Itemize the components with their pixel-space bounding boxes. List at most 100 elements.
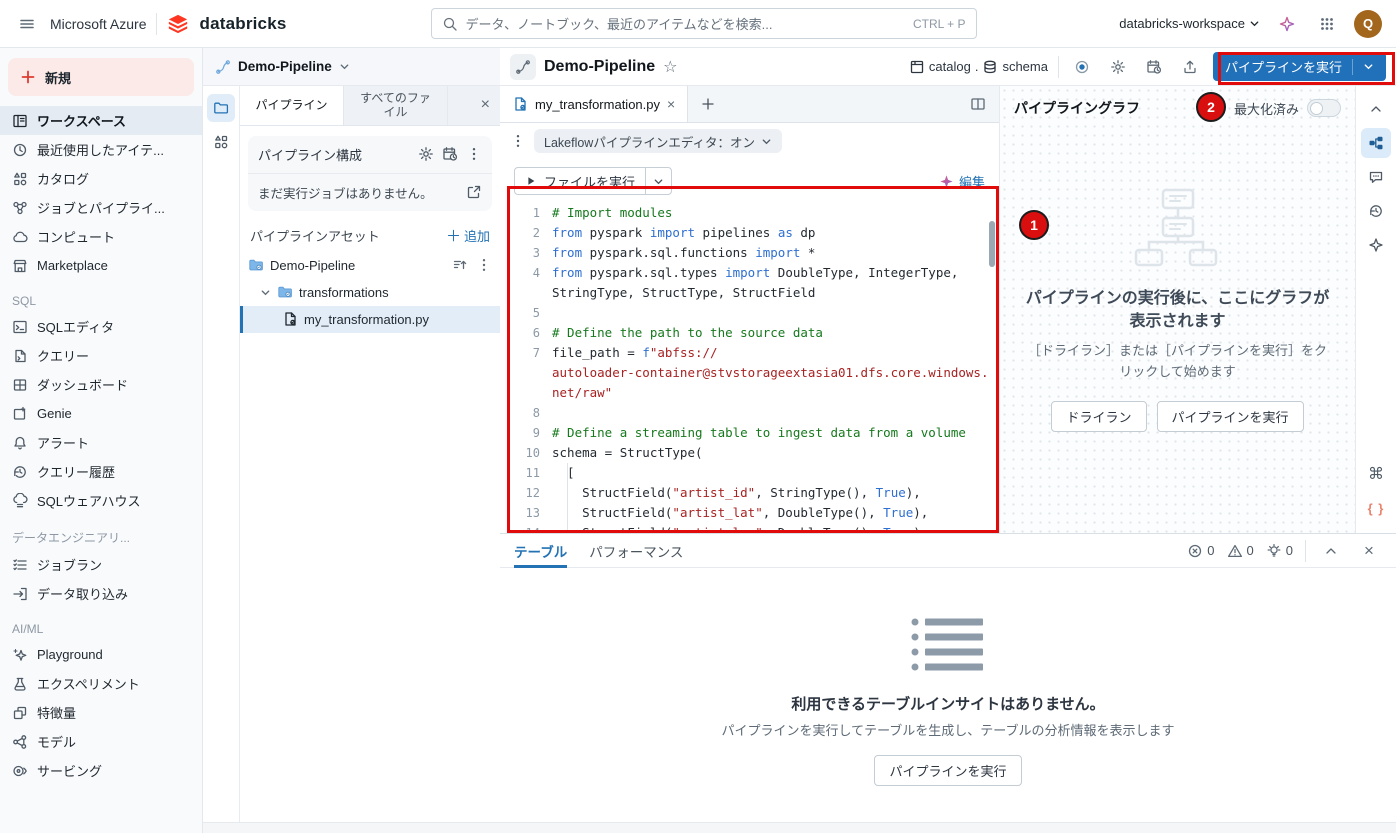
sidebar-item-serving[interactable]: サービング bbox=[0, 756, 202, 785]
collapse-panel-button[interactable] bbox=[1361, 94, 1391, 124]
assistant-button[interactable] bbox=[1361, 230, 1391, 260]
code-line[interactable]: 8 bbox=[514, 403, 985, 423]
assistant-edit-button[interactable]: 編集 bbox=[939, 172, 985, 191]
sidebar-item-compute[interactable]: コンピュート bbox=[0, 222, 202, 251]
gear-icon[interactable] bbox=[1105, 54, 1131, 80]
tab-all-files[interactable]: すべてのファイル bbox=[344, 86, 448, 125]
warning-counter[interactable]: 0 bbox=[1227, 543, 1254, 559]
sidebar-item-sql-warehouse[interactable]: SQLウェアハウス bbox=[0, 486, 202, 515]
avatar[interactable]: Q bbox=[1354, 9, 1382, 38]
maximize-toggle[interactable] bbox=[1307, 99, 1341, 117]
run-pipeline-button[interactable]: パイプラインを実行 bbox=[1212, 52, 1386, 81]
sidebar-item-jobs-pipelines[interactable]: ジョブとパイプライ... bbox=[0, 193, 202, 222]
workspace-selector[interactable]: databricks-workspace bbox=[1119, 16, 1260, 31]
record-status-icon[interactable] bbox=[1069, 54, 1095, 80]
external-link-icon[interactable] bbox=[466, 184, 482, 200]
code-line[interactable]: 2 from pyspark import pipelines as dp bbox=[514, 223, 985, 243]
gear-icon[interactable] bbox=[418, 146, 434, 162]
code-area[interactable]: 1 # Import modules 2 from pyspark import pi… bbox=[514, 203, 989, 533]
run-pipeline-button-secondary[interactable]: パイプラインを実行 bbox=[1156, 400, 1304, 432]
kebab-menu-icon[interactable] bbox=[476, 257, 492, 273]
sort-icon[interactable] bbox=[452, 257, 468, 273]
tab-pipeline[interactable]: パイプライン bbox=[240, 86, 344, 125]
expand-panel-icon[interactable] bbox=[1318, 538, 1344, 564]
sidebar-item-features[interactable]: 特徴量 bbox=[0, 698, 202, 727]
pipeline-panel-header[interactable]: Demo-Pipeline bbox=[203, 48, 500, 86]
lakeflow-mode-pill[interactable]: Lakeflowパイプラインエディタ：オン bbox=[534, 129, 782, 153]
sidebar-item-dashboards[interactable]: ダッシュボード bbox=[0, 370, 202, 399]
bottom-scroll-strip bbox=[203, 822, 1396, 833]
editor-tab-active[interactable]: my_transformation.py × bbox=[500, 86, 689, 122]
code-line[interactable]: 4 from pyspark.sql.types import DoubleTyp… bbox=[514, 263, 985, 283]
tab-tables[interactable]: テーブル bbox=[514, 534, 568, 568]
sidebar-item-queries[interactable]: クエリー bbox=[0, 341, 202, 370]
close-panel-icon[interactable]: × bbox=[1356, 538, 1382, 564]
run-file-button[interactable]: ファイルを実行 bbox=[514, 167, 673, 195]
graph-view-button[interactable] bbox=[1361, 128, 1391, 158]
run-file-dropdown[interactable] bbox=[645, 168, 671, 194]
code-line[interactable]: 12 StructField("artist_id", StringType()… bbox=[514, 483, 985, 503]
code-line[interactable]: 14 StructField("artist_lon", DoubleType(… bbox=[514, 523, 985, 533]
catalog-rail-button[interactable] bbox=[207, 128, 235, 156]
code-line[interactable]: 9 # Define a streaming table to ingest da… bbox=[514, 423, 985, 443]
code-line[interactable]: 11 [ bbox=[514, 463, 985, 483]
code-line[interactable]: 3 from pyspark.sql.functions import * bbox=[514, 243, 985, 263]
run-pipeline-button-bottom[interactable]: パイプラインを実行 bbox=[874, 755, 1022, 786]
new-tab-button[interactable] bbox=[688, 86, 728, 122]
new-button[interactable]: 新規 bbox=[8, 58, 194, 96]
apps-grid-icon[interactable] bbox=[1314, 11, 1340, 37]
schedule-icon[interactable] bbox=[1141, 54, 1167, 80]
share-icon[interactable] bbox=[1177, 54, 1203, 80]
shortcuts-button[interactable]: ⌘ bbox=[1361, 459, 1391, 489]
code-line[interactable]: net/raw" bbox=[514, 383, 985, 403]
sidebar-item-job-runs[interactable]: ジョブラン bbox=[0, 550, 202, 579]
tab-performance[interactable]: パフォーマンス bbox=[589, 534, 683, 568]
files-rail-button[interactable] bbox=[207, 94, 235, 122]
code-line[interactable]: StringType, StructType, StructField bbox=[514, 283, 985, 303]
add-asset-button[interactable]: ＋追加 bbox=[446, 225, 490, 246]
tree-row-root[interactable]: Demo-Pipeline bbox=[240, 252, 500, 279]
chevron-down-icon[interactable] bbox=[1363, 61, 1374, 72]
sidebar-item-alerts[interactable]: アラート bbox=[0, 428, 202, 457]
schedule-icon[interactable] bbox=[442, 146, 458, 162]
sidebar-item-experiments[interactable]: エクスペリメント bbox=[0, 669, 202, 698]
code-line[interactable]: 5 bbox=[514, 303, 985, 323]
chevron-down-icon[interactable] bbox=[339, 61, 350, 72]
favorite-star-icon[interactable]: ☆ bbox=[663, 57, 677, 77]
sidebar-item-genie[interactable]: Genie bbox=[0, 399, 202, 428]
editor-scrollbar[interactable] bbox=[989, 221, 995, 267]
close-tab-icon[interactable]: × bbox=[667, 96, 675, 112]
sidebar-item-models[interactable]: モデル bbox=[0, 727, 202, 756]
kebab-menu-icon[interactable] bbox=[510, 133, 526, 149]
sidebar-item-playground[interactable]: Playground bbox=[0, 640, 202, 669]
variables-button[interactable]: { } bbox=[1361, 493, 1391, 523]
tree-row-file-selected[interactable]: my_transformation.py bbox=[240, 305, 500, 333]
sidebar-item-query-history[interactable]: クエリー履歴 bbox=[0, 457, 202, 486]
dry-run-button[interactable]: ドライラン bbox=[1051, 400, 1147, 432]
assistant-sparkle-icon[interactable] bbox=[1274, 11, 1300, 37]
sidebar-item-marketplace[interactable]: Marketplace bbox=[0, 251, 202, 280]
code-line[interactable]: 10 schema = StructType( bbox=[514, 443, 985, 463]
hamburger-icon[interactable] bbox=[14, 11, 40, 37]
error-counter[interactable]: 0 bbox=[1187, 543, 1215, 559]
comments-button[interactable] bbox=[1361, 162, 1391, 192]
global-search-input[interactable]: データ、ノートブック、最近のアイテムなどを検索... CTRL + P bbox=[430, 8, 977, 39]
code-line[interactable]: autoloader-container@stvstorageextasia01… bbox=[514, 363, 989, 383]
sidebar-item-recents[interactable]: 最近使用したアイテ... bbox=[0, 135, 202, 164]
chevron-down-icon[interactable] bbox=[260, 287, 271, 298]
code-line[interactable]: 6 # Define the path to the source data bbox=[514, 323, 985, 343]
sidebar-item-sql-editor[interactable]: SQLエディタ bbox=[0, 312, 202, 341]
close-panel-icon[interactable]: × bbox=[471, 86, 500, 125]
sidebar-item-workspace[interactable]: ワークスペース bbox=[0, 106, 202, 135]
code-line[interactable]: 1 # Import modules bbox=[514, 203, 985, 223]
sidebar-item-data-ingestion[interactable]: データ取り込み bbox=[0, 579, 202, 608]
insight-counter[interactable]: 0 bbox=[1266, 543, 1293, 559]
catalog-schema-selector[interactable]: catalog . schema bbox=[909, 59, 1048, 75]
code-line[interactable]: 7 file_path = f"abfss:// bbox=[514, 343, 985, 363]
kebab-menu-icon[interactable] bbox=[466, 146, 482, 162]
split-view-icon[interactable] bbox=[965, 91, 991, 117]
code-line[interactable]: 13 StructField("artist_lat", DoubleType(… bbox=[514, 503, 985, 523]
sidebar-item-catalog[interactable]: カタログ bbox=[0, 164, 202, 193]
tree-row-transformations[interactable]: transformations bbox=[240, 279, 500, 306]
history-button[interactable] bbox=[1361, 196, 1391, 226]
